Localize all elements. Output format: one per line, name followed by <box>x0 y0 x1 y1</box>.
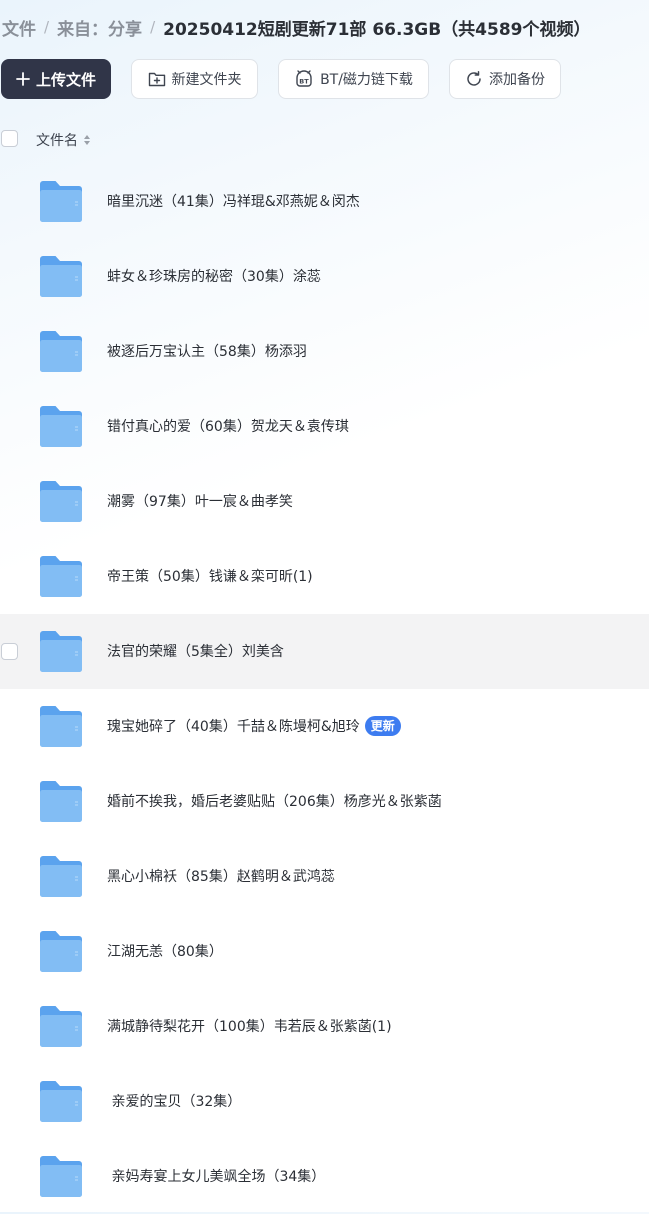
file-name[interactable]: 帝王策（50集）钱谦＆栾可昕(1) <box>107 566 313 586</box>
file-name[interactable]: 江湖无恙（80集） <box>107 941 223 961</box>
file-name[interactable]: 法官的荣耀（5集全）刘美含 <box>107 641 284 661</box>
file-row[interactable]: 瑰宝她碎了（40集）千喆＆陈墁柯&旭玲 更新 <box>0 689 649 764</box>
file-name-text: 满城静待梨花开（100集）韦若辰＆张紫菡(1) <box>107 1019 392 1035</box>
file-row[interactable]: 被逐后万宝认主（58集）杨添羽 <box>0 314 649 389</box>
folder-icon[interactable] <box>38 255 84 299</box>
file-name-text: 亲妈寿宴上女儿美飒全场（34集） <box>107 1169 326 1185</box>
new-folder-icon <box>148 71 166 87</box>
folder-icon[interactable] <box>38 630 84 674</box>
file-name-text: 黑心小棉袄（85集）赵鹤明＆武鸿蕊 <box>107 869 335 885</box>
breadcrumb-item-shared[interactable]: 来自：分享 <box>57 15 142 40</box>
file-row[interactable]: 亲妈寿宴上女儿美飒全场（34集） <box>0 1139 649 1214</box>
folder-icon[interactable] <box>38 180 84 224</box>
file-name[interactable]: 亲妈寿宴上女儿美飒全场（34集） <box>107 1166 325 1186</box>
bt-magnet-download-button[interactable]: BT BT/磁力链下载 <box>278 59 429 99</box>
file-name-text: 暗里沉迷（41集）冯祥琨&邓燕妮＆闵杰 <box>107 194 360 210</box>
folder-icon[interactable] <box>38 330 84 374</box>
column-header-name[interactable]: 文件名 <box>36 130 91 150</box>
backup-button-label: 添加备份 <box>489 72 545 88</box>
row-checkbox[interactable] <box>1 643 18 660</box>
folder-icon[interactable] <box>38 1005 84 1049</box>
breadcrumb-current-folder: 20250412短剧更新71部 66.3GB（共4589个视频） <box>163 19 591 40</box>
bt-icon: BT <box>294 70 314 88</box>
sort-icon[interactable] <box>83 134 91 146</box>
file-name[interactable]: 满城静待梨花开（100集）韦若辰＆张紫菡(1) <box>107 1016 392 1036</box>
file-name[interactable]: 暗里沉迷（41集）冯祥琨&邓燕妮＆闵杰 <box>107 191 360 211</box>
folder-icon[interactable] <box>38 930 84 974</box>
breadcrumb-separator: / <box>44 18 50 36</box>
file-row[interactable]: 帝王策（50集）钱谦＆栾可昕(1) <box>0 539 649 614</box>
bt-button-label: BT/磁力链下载 <box>320 72 413 88</box>
column-header-name-label: 文件名 <box>36 133 78 149</box>
folder-icon[interactable] <box>38 705 84 749</box>
folder-icon[interactable] <box>38 855 84 899</box>
folder-icon[interactable] <box>38 405 84 449</box>
file-name-text: 江湖无恙（80集） <box>107 944 223 960</box>
backup-sync-icon <box>465 70 483 88</box>
file-name[interactable]: 蚌女＆珍珠房的秘密（30集）涂蕊 <box>107 266 321 286</box>
file-row[interactable]: 错付真心的爱（60集）贺龙天＆袁传琪 <box>0 389 649 464</box>
file-row[interactable]: 满城静待梨花开（100集）韦若辰＆张紫菡(1) <box>0 989 649 1064</box>
file-name-text: 帝王策（50集）钱谦＆栾可昕(1) <box>107 569 313 585</box>
file-name[interactable]: 黑心小棉袄（85集）赵鹤明＆武鸿蕊 <box>107 866 335 886</box>
folder-icon[interactable] <box>38 555 84 599</box>
file-row[interactable]: 黑心小棉袄（85集）赵鹤明＆武鸿蕊 <box>0 839 649 914</box>
file-name-text: 错付真心的爱（60集）贺龙天＆袁传琪 <box>107 419 349 435</box>
file-name[interactable]: 被逐后万宝认主（58集）杨添羽 <box>107 341 307 361</box>
file-name[interactable]: 亲爱的宝贝（32集） <box>107 1091 241 1111</box>
file-list: 暗里沉迷（41集）冯祥琨&邓燕妮＆闵杰 蚌女＆珍珠房的秘密（30集）涂蕊 被逐后万宝… <box>0 164 649 1214</box>
toolbar: 上传文件 新建文件夹 BT BT/磁力链下载 添加备份 <box>0 59 649 99</box>
file-name-text: 蚌女＆珍珠房的秘密（30集）涂蕊 <box>107 269 321 285</box>
upload-button[interactable]: 上传文件 <box>1 59 111 99</box>
file-name[interactable]: 潮雾（97集）叶一宸＆曲孝笑 <box>107 491 293 511</box>
file-name-text: 瑰宝她碎了（40集）千喆＆陈墁柯&旭玲 <box>107 719 360 735</box>
file-name-text: 亲爱的宝贝（32集） <box>107 1094 242 1110</box>
file-name-text: 潮雾（97集）叶一宸＆曲孝笑 <box>107 494 293 510</box>
svg-text:BT: BT <box>299 78 309 86</box>
new-folder-button[interactable]: 新建文件夹 <box>131 59 258 99</box>
file-name-text: 被逐后万宝认主（58集）杨添羽 <box>107 344 307 360</box>
file-name-text: 法官的荣耀（5集全）刘美含 <box>107 644 284 660</box>
update-badge: 更新 <box>364 716 401 736</box>
file-row[interactable]: 潮雾（97集）叶一宸＆曲孝笑 <box>0 464 649 539</box>
file-name[interactable]: 婚前不挨我，婚后老婆贴贴（206集）杨彦光＆张紫菡 <box>107 791 442 811</box>
breadcrumb: 文件 / 来自：分享 / 20250412短剧更新71部 66.3GB（共458… <box>2 14 591 40</box>
file-row[interactable]: 亲爱的宝贝（32集） <box>0 1064 649 1139</box>
file-row[interactable]: 蚌女＆珍珠房的秘密（30集）涂蕊 <box>0 239 649 314</box>
add-backup-button[interactable]: 添加备份 <box>449 59 561 99</box>
file-row[interactable]: 江湖无恙（80集） <box>0 914 649 989</box>
plus-icon <box>16 72 30 86</box>
file-name-text: 婚前不挨我，婚后老婆贴贴（206集）杨彦光＆张紫菡 <box>107 794 442 810</box>
file-row[interactable]: 暗里沉迷（41集）冯祥琨&邓燕妮＆闵杰 <box>0 164 649 239</box>
file-name[interactable]: 瑰宝她碎了（40集）千喆＆陈墁柯&旭玲 更新 <box>107 716 401 736</box>
breadcrumb-item-files[interactable]: 文件 <box>2 15 36 40</box>
file-row[interactable]: 法官的荣耀（5集全）刘美含 <box>0 614 649 689</box>
file-row[interactable]: 婚前不挨我，婚后老婆贴贴（206集）杨彦光＆张紫菡 <box>0 764 649 839</box>
upload-button-label: 上传文件 <box>35 70 96 89</box>
folder-icon[interactable] <box>38 1080 84 1124</box>
select-all-checkbox[interactable] <box>1 130 18 147</box>
breadcrumb-separator: / <box>150 18 156 36</box>
new-folder-button-label: 新建文件夹 <box>171 72 242 88</box>
folder-icon[interactable] <box>38 1155 84 1199</box>
folder-icon[interactable] <box>38 780 84 824</box>
folder-icon[interactable] <box>38 480 84 524</box>
file-list-header: 文件名 <box>0 126 649 154</box>
file-name[interactable]: 错付真心的爱（60集）贺龙天＆袁传琪 <box>107 416 349 436</box>
